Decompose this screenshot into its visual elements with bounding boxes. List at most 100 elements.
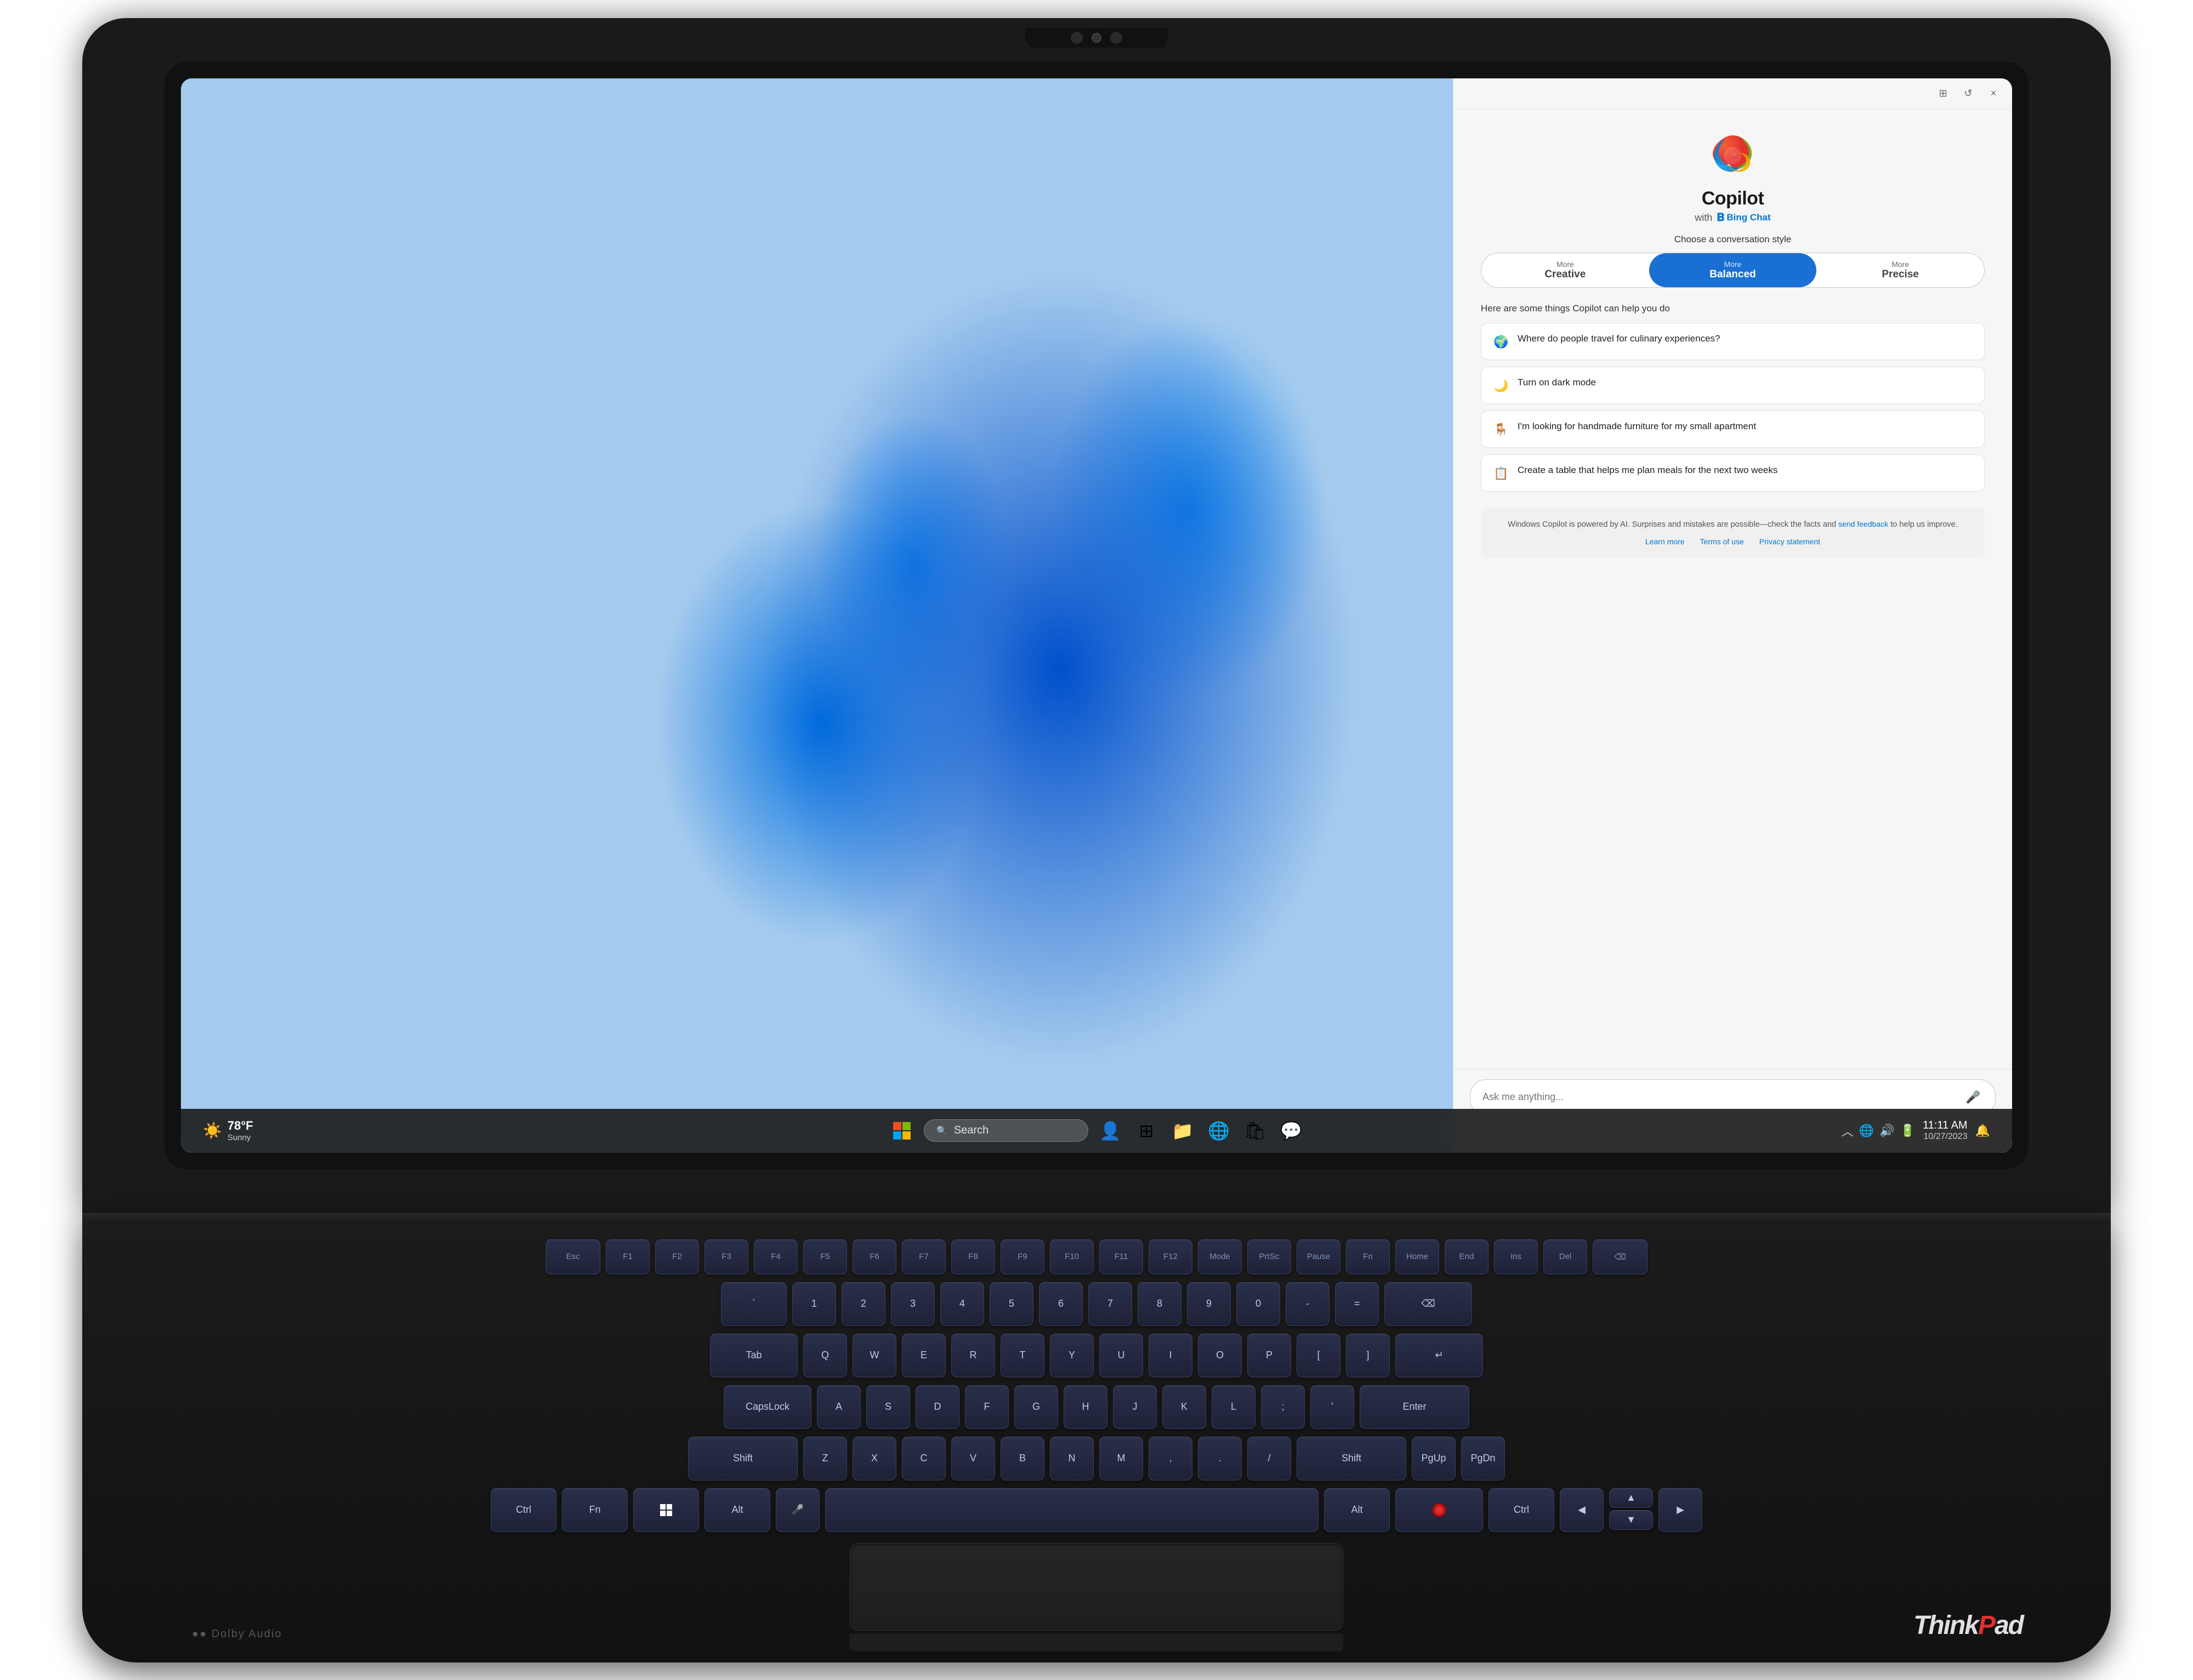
key-fn2[interactable]: Fn	[1346, 1239, 1390, 1274]
key-delete[interactable]: Del	[1543, 1239, 1587, 1274]
suggestion-item-1[interactable]: 🌍 Where do people travel for culinary ex…	[1481, 323, 1985, 360]
trackpad-left-button[interactable]	[850, 1634, 1096, 1651]
key-quote[interactable]: '	[1310, 1385, 1354, 1429]
key-4[interactable]: 4	[940, 1282, 984, 1326]
key-d[interactable]: D	[916, 1385, 959, 1429]
key-shift-right[interactable]: Shift	[1297, 1437, 1406, 1480]
key-space[interactable]	[825, 1488, 1319, 1532]
key-c[interactable]: C	[902, 1437, 946, 1480]
key-n[interactable]: N	[1050, 1437, 1094, 1480]
key-r[interactable]: R	[951, 1334, 995, 1377]
key-mode[interactable]: Mode	[1198, 1239, 1242, 1274]
notification-icon[interactable]: 🔔	[1975, 1124, 1990, 1138]
style-button-balanced[interactable]: More Balanced	[1649, 253, 1817, 287]
key-shift-left[interactable]: Shift	[688, 1437, 798, 1480]
suggestion-item-2[interactable]: 🌙 Turn on dark mode	[1481, 367, 1985, 404]
key-2[interactable]: 2	[842, 1282, 885, 1326]
taskbar-icon-widgets[interactable]: ⊞	[1132, 1117, 1161, 1145]
key-arrow-left[interactable]: ◀	[1560, 1488, 1604, 1532]
privacy-statement-link[interactable]: Privacy statement	[1759, 536, 1820, 548]
key-semicolon[interactable]: ;	[1261, 1385, 1305, 1429]
key-arrow-down[interactable]: ▼	[1609, 1510, 1653, 1530]
key-f5[interactable]: F5	[803, 1239, 847, 1274]
key-f3[interactable]: F3	[705, 1239, 748, 1274]
key-e[interactable]: E	[902, 1334, 946, 1377]
key-z[interactable]: Z	[803, 1437, 847, 1480]
key-f1[interactable]: F1	[606, 1239, 650, 1274]
key-equal[interactable]: =	[1335, 1282, 1379, 1326]
key-m[interactable]: M	[1099, 1437, 1143, 1480]
weather-widget[interactable]: ☀️ 78°F Sunny	[203, 1119, 253, 1142]
key-arrow-up[interactable]: ▲	[1609, 1488, 1653, 1508]
key-f[interactable]: F	[965, 1385, 1009, 1429]
key-capslock[interactable]: CapsLock	[724, 1385, 811, 1429]
key-t[interactable]: T	[1001, 1334, 1044, 1377]
copilot-ask-input[interactable]	[1482, 1091, 1957, 1103]
key-alt-right[interactable]: Alt	[1324, 1488, 1390, 1532]
key-enter2[interactable]: Enter	[1360, 1385, 1469, 1429]
terms-of-use-link[interactable]: Terms of use	[1700, 536, 1744, 548]
key-f11[interactable]: F11	[1099, 1239, 1143, 1274]
suggestion-item-3[interactable]: 🪑 I'm looking for handmade furniture for…	[1481, 411, 1985, 448]
key-enter[interactable]: ↵	[1395, 1334, 1483, 1377]
key-w[interactable]: W	[853, 1334, 896, 1377]
taskbar-icon-teams[interactable]: 💬	[1277, 1117, 1305, 1145]
search-bar[interactable]: 🔍 Search	[924, 1119, 1088, 1142]
key-7[interactable]: 7	[1088, 1282, 1132, 1326]
key-rbracket[interactable]: ]	[1346, 1334, 1390, 1377]
key-q[interactable]: Q	[803, 1334, 847, 1377]
key-pause[interactable]: Pause	[1297, 1239, 1340, 1274]
chevron-up-icon[interactable]: ︿	[1842, 1122, 1854, 1140]
clock[interactable]: 11:11 AM 10/27/2023	[1923, 1119, 1968, 1142]
start-button[interactable]	[888, 1117, 916, 1145]
trackpad[interactable]	[850, 1543, 1343, 1631]
trackpoint[interactable]	[1433, 1504, 1446, 1517]
send-feedback-link[interactable]: send feedback	[1838, 520, 1888, 528]
key-8[interactable]: 8	[1138, 1282, 1181, 1326]
key-f12[interactable]: F12	[1149, 1239, 1192, 1274]
battery-icon[interactable]: 🔋	[1900, 1124, 1915, 1138]
suggestion-item-4[interactable]: 📋 Create a table that helps me plan meal…	[1481, 454, 1985, 492]
key-minus[interactable]: -	[1286, 1282, 1330, 1326]
key-j[interactable]: J	[1113, 1385, 1157, 1429]
key-alt-left[interactable]: Alt	[705, 1488, 770, 1532]
trackpad-right-button[interactable]	[1096, 1634, 1343, 1651]
mic-icon[interactable]: 🎤	[1963, 1087, 1983, 1107]
key-x[interactable]: X	[853, 1437, 896, 1480]
key-o[interactable]: O	[1198, 1334, 1242, 1377]
key-home[interactable]: Home	[1395, 1239, 1439, 1274]
key-0[interactable]: 0	[1236, 1282, 1280, 1326]
network-icon[interactable]: 🌐	[1859, 1124, 1874, 1138]
key-s[interactable]: S	[866, 1385, 910, 1429]
key-esc[interactable]: Esc	[546, 1239, 600, 1274]
key-ctrl-left[interactable]: Ctrl	[491, 1488, 556, 1532]
key-backtick[interactable]: `	[721, 1282, 787, 1326]
key-f4[interactable]: F4	[754, 1239, 798, 1274]
key-pgdn[interactable]: PgDn	[1461, 1437, 1505, 1480]
close-button[interactable]: ×	[1986, 86, 2001, 101]
key-pgup[interactable]: PgUp	[1412, 1437, 1456, 1480]
key-mic[interactable]: 🎤	[776, 1488, 820, 1532]
key-end[interactable]: End	[1445, 1239, 1488, 1274]
key-a[interactable]: A	[817, 1385, 861, 1429]
key-backspace2[interactable]: ⌫	[1384, 1282, 1472, 1326]
taskbar-icon-files[interactable]: 📁	[1168, 1117, 1197, 1145]
key-period[interactable]: .	[1198, 1437, 1242, 1480]
key-p[interactable]: P	[1247, 1334, 1291, 1377]
key-6[interactable]: 6	[1039, 1282, 1083, 1326]
grid-view-button[interactable]: ⊞	[1935, 86, 1951, 101]
volume-icon[interactable]: 🔊	[1879, 1124, 1894, 1138]
style-button-creative[interactable]: More Creative	[1481, 253, 1649, 287]
key-ctrl-right[interactable]: Ctrl	[1488, 1488, 1554, 1532]
key-v[interactable]: V	[951, 1437, 995, 1480]
taskbar-icon-store[interactable]: 🛍	[1241, 1117, 1269, 1145]
key-f6[interactable]: F6	[853, 1239, 896, 1274]
key-arrow-right[interactable]: ▶	[1658, 1488, 1702, 1532]
key-9[interactable]: 9	[1187, 1282, 1231, 1326]
key-l[interactable]: L	[1212, 1385, 1255, 1429]
key-win[interactable]	[633, 1488, 699, 1532]
learn-more-link[interactable]: Learn more	[1645, 536, 1685, 548]
key-k[interactable]: K	[1162, 1385, 1206, 1429]
key-f9[interactable]: F9	[1001, 1239, 1044, 1274]
taskbar-icon-photos[interactable]: 👤	[1096, 1117, 1124, 1145]
